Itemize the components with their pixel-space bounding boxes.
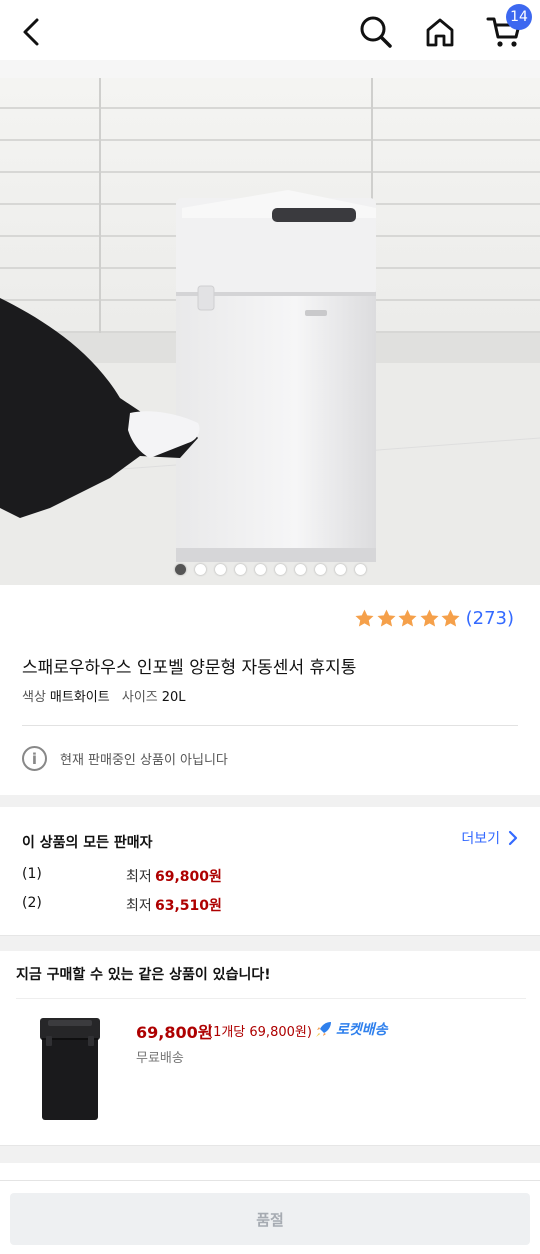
back-arrow-icon[interactable] <box>12 12 52 52</box>
section-spacer <box>0 935 540 951</box>
star-icon <box>377 609 396 627</box>
divider <box>16 998 526 999</box>
same-product-price[interactable]: 69,800원 <box>136 1019 212 1043</box>
size-value: 20L <box>161 690 186 705</box>
bottom-action-bar: 품절 <box>0 1180 540 1254</box>
star-rating <box>354 608 462 629</box>
cart-icon[interactable]: 14 <box>484 4 532 52</box>
lowest-label: 최저 <box>126 898 152 914</box>
same-product-title: 지금 구매할 수 있는 같은 상품이 있습니다! <box>16 967 271 983</box>
seller-number: (2) <box>22 895 42 911</box>
product-title: 스패로우하우스 인포벨 양문형 자동센서 휴지통 <box>22 658 357 678</box>
star-icon <box>420 609 439 627</box>
divider <box>22 725 518 726</box>
not-for-sale-notice: i 현재 판매중인 상품이 아닙니다 <box>22 746 228 771</box>
section-spacer <box>0 1145 540 1163</box>
info-icon: i <box>22 746 47 771</box>
sold-out-button[interactable]: 품절 <box>10 1193 530 1245</box>
carousel-dot[interactable] <box>194 564 206 575</box>
carousel-dot[interactable] <box>294 564 306 575</box>
rocket-icon <box>316 1022 331 1037</box>
lowest-label: 최저 <box>126 869 152 885</box>
product-image-carousel[interactable] <box>0 78 540 585</box>
cart-count-badge: 14 <box>506 4 532 30</box>
carousel-dot[interactable] <box>234 564 246 575</box>
search-icon[interactable] <box>356 12 396 52</box>
star-icon <box>355 609 374 627</box>
star-icon <box>398 609 417 627</box>
color-value: 매트화이트 <box>49 690 110 705</box>
seller-price: 69,800원 <box>155 869 222 885</box>
star-icon <box>441 609 460 627</box>
home-icon[interactable] <box>420 12 460 52</box>
carousel-dot[interactable] <box>214 564 226 575</box>
section-spacer <box>0 795 540 807</box>
seller-price: 63,510원 <box>155 898 222 914</box>
seller-number: (1) <box>22 866 42 882</box>
size-label: 사이즈 <box>121 690 158 705</box>
carousel-dot[interactable] <box>314 564 326 575</box>
same-product-thumbnail[interactable] <box>36 1012 106 1124</box>
free-shipping-text: 무료배송 <box>136 1051 184 1066</box>
carousel-dot[interactable] <box>254 564 266 575</box>
header-spacer <box>0 60 540 78</box>
carousel-dot[interactable] <box>334 564 346 575</box>
carousel-dot[interactable] <box>354 564 366 575</box>
product-rating[interactable]: (273) <box>354 608 514 629</box>
review-count[interactable]: (273) <box>466 608 514 629</box>
all-sellers-title: 이 상품의 모든 판매자 <box>22 835 153 851</box>
more-sellers-link[interactable]: 더보기 <box>461 828 518 848</box>
color-label: 색상 <box>22 690 46 705</box>
unit-price: (1개당 69,800원) <box>208 1025 312 1040</box>
product-options: 색상 매트화이트 사이즈 20L <box>22 686 194 705</box>
more-label: 더보기 <box>461 831 500 847</box>
rocket-delivery-badge: 로켓배송 <box>314 1019 388 1039</box>
notice-text: 현재 판매중인 상품이 아닙니다 <box>60 753 228 768</box>
chevron-right-icon <box>508 830 518 846</box>
rocket-label: 로켓배송 <box>336 1022 388 1038</box>
product-photo <box>0 78 540 585</box>
carousel-indicator <box>0 564 540 575</box>
carousel-dot[interactable] <box>174 564 186 575</box>
carousel-dot[interactable] <box>274 564 286 575</box>
top-nav-bar: 14 <box>0 0 540 60</box>
